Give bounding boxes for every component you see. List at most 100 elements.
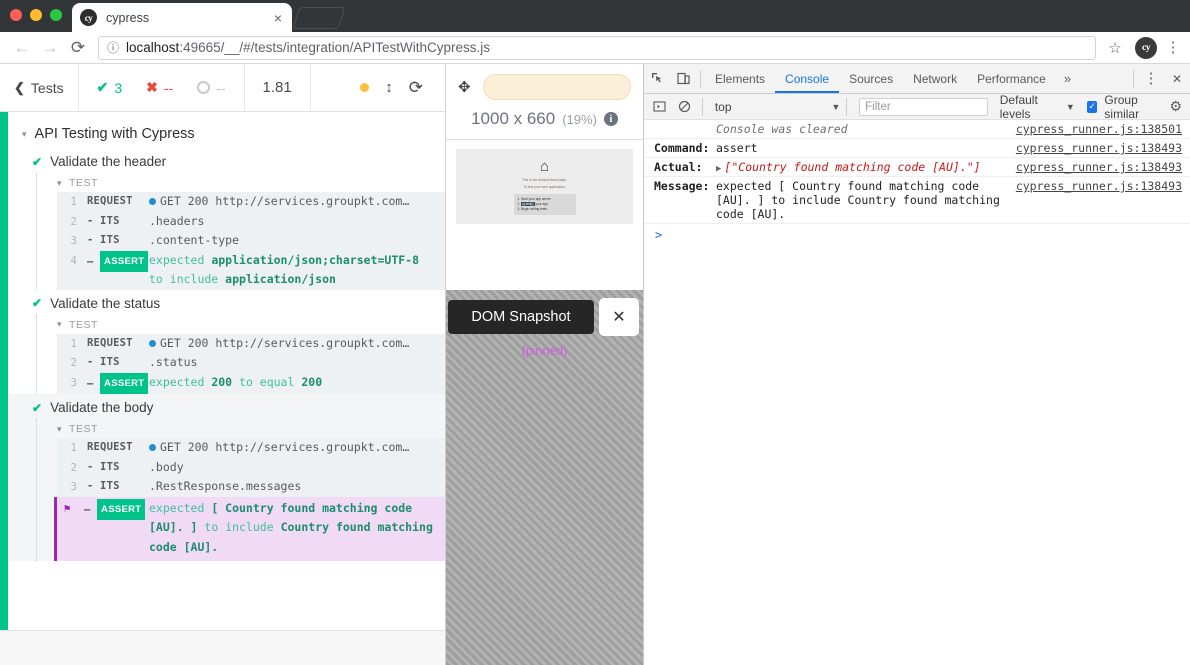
test-header[interactable]: ✔ Validate the body [32,394,445,419]
clear-console-icon[interactable] [673,94,696,119]
command-number: 4 [70,253,77,267]
tab-performance[interactable]: Performance [967,64,1056,93]
back-button-icon[interactable]: ← [8,35,36,61]
command-message: GET 200 http://services.groupkt.com… [149,334,445,354]
command-row[interactable]: 1 REQUEST GET 200 http://services.groupk… [57,192,445,212]
cross-icon: ✖ [146,79,158,95]
tab-elements[interactable]: Elements [705,64,775,93]
console-source-link[interactable]: cypress_runner.js:138493 [1016,160,1190,174]
selector-playground-icon[interactable]: ✥ [458,78,471,96]
browser-tab[interactable]: cy cypress × [72,3,292,32]
failed-count: -- [163,79,174,96]
tab-network[interactable]: Network [903,64,967,93]
more-tabs-icon[interactable]: » [1056,71,1079,86]
command-number: 1 [70,336,77,350]
command-number: 3 [70,375,77,389]
command-number: 2 [70,356,77,369]
inspect-element-icon[interactable] [644,64,670,93]
request-status-dot-icon [149,339,156,347]
gear-icon[interactable]: ⚙ [1169,98,1182,115]
command-row[interactable]: 4 – ASSERT expected application/json;cha… [57,250,445,290]
back-to-tests-button[interactable]: ❮ Tests [0,64,79,111]
close-window-button[interactable] [10,9,22,21]
group-similar-label[interactable]: Group similar [1104,93,1167,121]
address-bar[interactable]: ⓘ localhost :49665/__/#/tests/integratio… [98,35,1096,60]
test-group-label[interactable]: ▾ TEST [57,419,445,438]
group-similar-checkbox[interactable]: ✓ [1086,100,1098,113]
reporter-stats: ✔ 3 ✖ -- -- [79,64,245,111]
command-name: – ASSERT [77,498,149,520]
console-source-link[interactable]: cypress_runner.js:138501 [1016,122,1190,136]
selector-input[interactable] [482,74,631,100]
toggle-auto-scrolling-icon[interactable]: ↕ [385,79,393,96]
console-filter-input[interactable]: Filter [859,97,988,116]
site-info-icon[interactable]: ⓘ [107,39,119,56]
restart-tests-icon[interactable]: ⟳ [409,78,423,98]
new-tab-button[interactable] [292,7,346,29]
tab-sources[interactable]: Sources [839,64,903,93]
command-message: GET 200 http://services.groupkt.com… [149,438,445,458]
command-message: .status [149,355,198,369]
console-row[interactable]: Message: expected [ Country found matchi… [644,177,1190,224]
command-row[interactable]: 3 – ASSERT expected 200 to equal 200 [57,372,445,394]
test-commands-wrap: ▾ TEST 1 REQUEST GET 200 http://services… [36,173,445,290]
console-source-link[interactable]: cypress_runner.js:138493 [1016,141,1190,155]
console-label: Command: [654,141,710,155]
test-commands-wrap: ▾ TEST 1 REQUEST GET 200 http://services… [36,419,445,561]
test-header[interactable]: ✔ Validate the status [32,290,445,315]
close-snapshot-icon[interactable]: ✕ [599,298,639,336]
chevron-down-icon: ▾ [57,423,63,434]
console-source-link[interactable]: cypress_runner.js:138493 [1016,179,1190,193]
console-prompt[interactable]: > [644,224,1190,242]
stat-pending: -- [185,80,237,96]
cypress-extension-icon[interactable]: cy [1135,36,1157,59]
app-under-test-frame[interactable]: ⌂ This is the default blank page. To tes… [446,140,643,290]
divider [700,69,701,88]
log-levels-dropdown[interactable]: Default levels ▼ [1000,93,1075,121]
console-value: ["Country found matching code [AU]."] [724,160,981,174]
console-row[interactable]: Command: assert cypress_runner.js:138493 [644,139,1190,158]
suite-title[interactable]: ▾ API Testing with Cypress [8,112,445,148]
reporter-controls: ↕ ⟳ [311,78,445,98]
dom-snapshot-button[interactable]: DOM Snapshot [448,300,594,334]
execution-context-selector[interactable]: top ▼ [709,100,840,114]
reload-button-icon[interactable]: ⟳ [64,35,92,61]
command-message: .headers [149,213,205,228]
command-message: expected application/json;charset=UTF-8 … [149,252,420,287]
info-icon[interactable]: i [603,112,618,126]
device-toolbar-icon[interactable] [670,64,696,93]
page-body: ❮ Tests ✔ 3 ✖ -- -- 1.81 ↕ ⟳ ▾ API Testi… [0,64,1190,665]
test-header[interactable]: ✔ Validate the header [32,148,445,173]
command-message: expected [ Country found matching code [… [149,500,433,554]
tab-console[interactable]: Console [775,64,839,93]
command-row[interactable]: 2 - ITS .body [57,458,445,478]
browser-menu-icon[interactable]: ⋮ [1164,40,1182,55]
maximize-window-button[interactable] [50,9,62,21]
command-row[interactable]: 1 REQUEST GET 200 http://services.groupk… [57,438,445,458]
close-tab-icon[interactable]: × [272,11,284,25]
command-row[interactable]: 2 - ITS .status [57,353,445,373]
console-row[interactable]: Console was cleared cypress_runner.js:13… [644,120,1190,139]
console-row[interactable]: Actual: ▶ ["Country found matching code [… [644,158,1190,177]
minimize-window-button[interactable] [30,9,42,21]
test-group-label[interactable]: ▾ TEST [57,173,445,192]
bookmark-star-icon[interactable]: ☆ [1102,39,1128,57]
console-sidebar-toggle-icon[interactable] [648,94,671,119]
command-row-pinned[interactable]: ⚑ – ASSERT expected [ Country found matc… [54,496,445,561]
command-name: - ITS [87,460,120,473]
command-row[interactable]: 2 - ITS .headers [57,212,445,232]
chevron-down-icon: ▼ [1065,101,1075,112]
command-message: .RestResponse.messages [149,479,302,493]
test-group-label[interactable]: ▾ TEST [57,315,445,334]
command-row[interactable]: 3 - ITS .content-type [57,231,445,251]
close-devtools-icon[interactable]: ✕ [1164,72,1190,86]
forward-button-icon[interactable]: → [36,35,64,61]
expand-arrow-icon[interactable]: ▶ [716,164,721,174]
console-messages: Console was cleared cypress_runner.js:13… [644,120,1190,665]
chevron-down-icon: ▾ [22,128,27,139]
console-toolbar: top ▼ Filter Default levels ▼ ✓ Group si… [644,93,1190,121]
devtools-menu-icon[interactable]: ⋮ [1138,71,1164,86]
command-row[interactable]: 1 REQUEST GET 200 http://services.groupk… [57,334,445,354]
command-row[interactable]: 3 - ITS .RestResponse.messages [57,477,445,497]
group-label-text: TEST [69,318,98,331]
